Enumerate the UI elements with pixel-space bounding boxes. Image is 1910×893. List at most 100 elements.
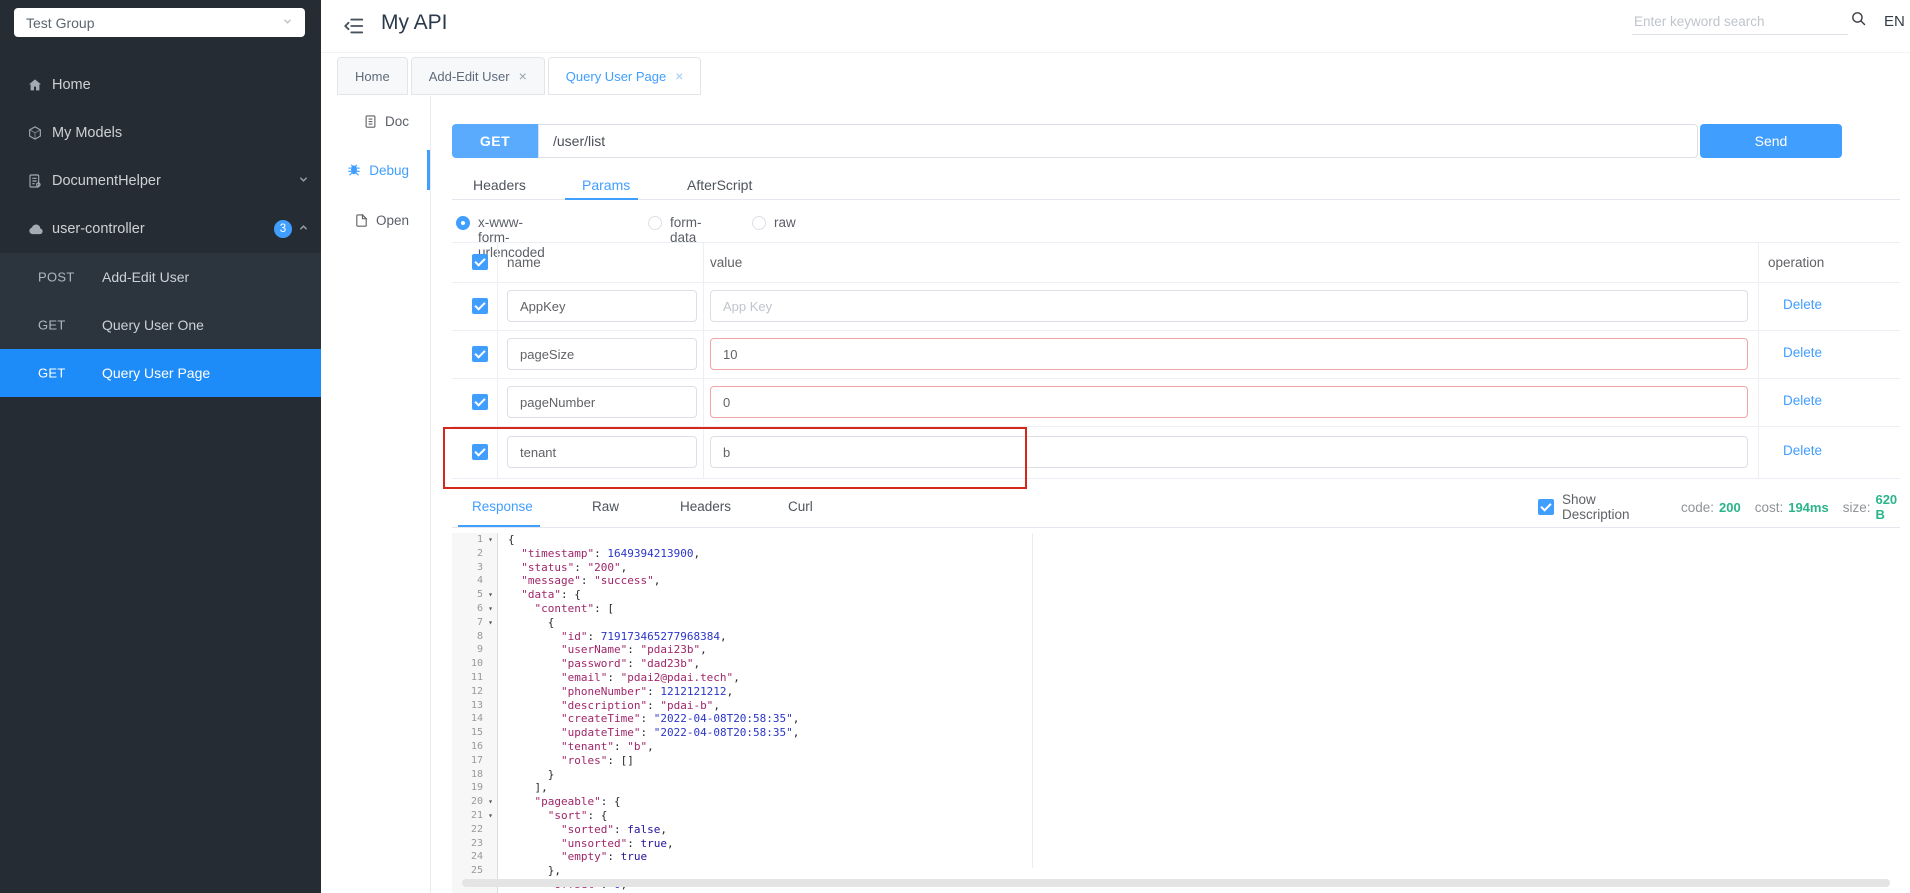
nav-open[interactable]: Open xyxy=(321,196,430,244)
response-tab-response[interactable]: Response xyxy=(472,492,533,522)
sidebar-item-user-controller[interactable]: user-controller3 xyxy=(0,205,321,253)
response-tab-raw[interactable]: Raw xyxy=(592,492,619,522)
code-line: 3 "status": "200", xyxy=(452,561,1900,575)
code-text: "userName": "pdai23b", xyxy=(497,643,707,657)
line-gutter: 8 xyxy=(452,630,497,644)
chevron-up-icon xyxy=(298,220,309,238)
delete-link[interactable]: Delete xyxy=(1783,297,1822,312)
response-meta: Show Description code:200cost:194mssize:… xyxy=(1538,497,1910,517)
search-input[interactable] xyxy=(1632,8,1848,35)
param-value-input[interactable] xyxy=(710,436,1748,468)
line-gutter: 19 xyxy=(452,781,497,795)
send-button[interactable]: Send xyxy=(1700,124,1842,158)
code-pane-divider xyxy=(1032,533,1033,868)
param-value-input[interactable] xyxy=(710,338,1748,370)
tab-home[interactable]: Home xyxy=(337,57,408,95)
group-select[interactable]: Test Group xyxy=(14,8,305,37)
line-gutter: 11 xyxy=(452,671,497,685)
row-checkbox[interactable] xyxy=(472,394,488,410)
line-gutter: 17 xyxy=(452,754,497,768)
stat-value-code-: 200 xyxy=(1719,500,1741,515)
code-text: "sorted": false, xyxy=(497,823,667,837)
code-text: "phoneNumber": 1212121212, xyxy=(497,685,733,699)
delete-link[interactable]: Delete xyxy=(1783,443,1822,458)
bug-icon xyxy=(346,162,362,178)
request-tab-headers[interactable]: Headers xyxy=(473,170,526,200)
show-description-checkbox[interactable] xyxy=(1538,499,1554,515)
request-tab-params[interactable]: Params xyxy=(582,170,630,200)
sidebar-subitem-query-user-one[interactable]: GETQuery User One xyxy=(0,301,321,349)
delete-link[interactable]: Delete xyxy=(1783,393,1822,408)
select-all-checkbox[interactable] xyxy=(472,254,488,270)
param-name-input[interactable] xyxy=(507,338,697,370)
param-name-input[interactable] xyxy=(507,386,697,418)
code-line: 14 "createTime": "2022-04-08T20:58:35", xyxy=(452,712,1900,726)
nav-debug[interactable]: Debug xyxy=(321,146,430,194)
sidebar-subitem-query-user-page[interactable]: GETQuery User Page xyxy=(0,349,321,397)
sidebar-item-label: DocumentHelper xyxy=(52,173,161,189)
radio-x-www-form-urlencoded[interactable] xyxy=(456,216,470,230)
line-number: 8 xyxy=(477,630,483,644)
radio-raw[interactable] xyxy=(752,216,766,230)
doc-icon xyxy=(363,114,378,129)
radio-label-form-data[interactable]: form-data xyxy=(670,215,702,245)
sidebar-item-my-models[interactable]: My Models xyxy=(0,109,321,157)
radio-label-x-www-form-urlencoded[interactable]: x-www-form-urlencoded xyxy=(478,215,545,260)
count-badge: 3 xyxy=(274,220,292,238)
line-number: 4 xyxy=(477,574,483,588)
response-tab-curl[interactable]: Curl xyxy=(788,492,813,522)
code-text: { xyxy=(497,616,554,630)
tab-add-edit-user[interactable]: Add-Edit User× xyxy=(411,57,545,95)
code-text: "sort": { xyxy=(497,809,607,823)
radio-label-raw[interactable]: raw xyxy=(774,215,796,230)
code-line: 21▾ "sort": { xyxy=(452,809,1900,823)
row-checkbox[interactable] xyxy=(472,346,488,362)
cloud-icon xyxy=(27,221,44,238)
sidebar-item-home[interactable]: Home xyxy=(0,61,321,109)
response-tabs-divider xyxy=(452,527,1900,528)
radio-form-data[interactable] xyxy=(648,216,662,230)
response-tab-headers[interactable]: Headers xyxy=(680,492,731,522)
sidebar-toggle-icon[interactable] xyxy=(343,15,365,42)
code-line: 15 "updateTime": "2022-04-08T20:58:35", xyxy=(452,726,1900,740)
table-column-border xyxy=(1758,242,1759,478)
param-name-input[interactable] xyxy=(507,290,697,322)
fold-icon[interactable]: ▾ xyxy=(483,602,493,616)
row-checkbox[interactable] xyxy=(472,444,488,460)
url-input[interactable] xyxy=(538,124,1698,158)
fold-icon[interactable]: ▾ xyxy=(483,616,493,630)
search-icon[interactable] xyxy=(1850,10,1867,32)
method-select[interactable]: GET xyxy=(452,124,538,158)
param-value-input[interactable] xyxy=(710,290,1748,322)
row-checkbox[interactable] xyxy=(472,298,488,314)
sidebar-item-document-helper[interactable]: DocumentHelper xyxy=(0,157,321,205)
table-row-border xyxy=(452,426,1900,427)
line-number: 11 xyxy=(471,671,483,685)
param-name-input[interactable] xyxy=(507,436,697,468)
sidebar-subitem-add-edit-user[interactable]: POSTAdd-Edit User xyxy=(0,253,321,301)
close-icon[interactable]: × xyxy=(675,69,683,83)
request-tab-afterscript[interactable]: AfterScript xyxy=(687,170,752,200)
code-line: 20▾ "pageable": { xyxy=(452,795,1900,809)
line-gutter: 12 xyxy=(452,685,497,699)
fold-icon[interactable]: ▾ xyxy=(483,795,493,809)
horizontal-scrollbar[interactable] xyxy=(462,879,1890,887)
delete-link[interactable]: Delete xyxy=(1783,345,1822,360)
fold-icon[interactable]: ▾ xyxy=(483,809,493,823)
nav-doc[interactable]: Doc xyxy=(321,97,430,145)
code-text: { xyxy=(497,533,515,547)
active-tab-indicator xyxy=(565,198,638,200)
open-icon xyxy=(354,213,369,228)
code-text: "tenant": "b", xyxy=(497,740,654,754)
param-value-input[interactable] xyxy=(710,386,1748,418)
column-header-name: name xyxy=(507,255,541,270)
line-number: 17 xyxy=(471,754,483,768)
fold-icon[interactable]: ▾ xyxy=(483,588,493,602)
close-icon[interactable]: × xyxy=(519,69,527,83)
tab-query-user-page[interactable]: Query User Page× xyxy=(548,57,702,95)
fold-icon[interactable]: ▾ xyxy=(483,533,493,547)
language-switcher[interactable]: EN xyxy=(1884,13,1905,30)
code-text: "data": { xyxy=(497,588,581,602)
tab-label: Home xyxy=(355,69,390,84)
code-line: 9 "userName": "pdai23b", xyxy=(452,643,1900,657)
